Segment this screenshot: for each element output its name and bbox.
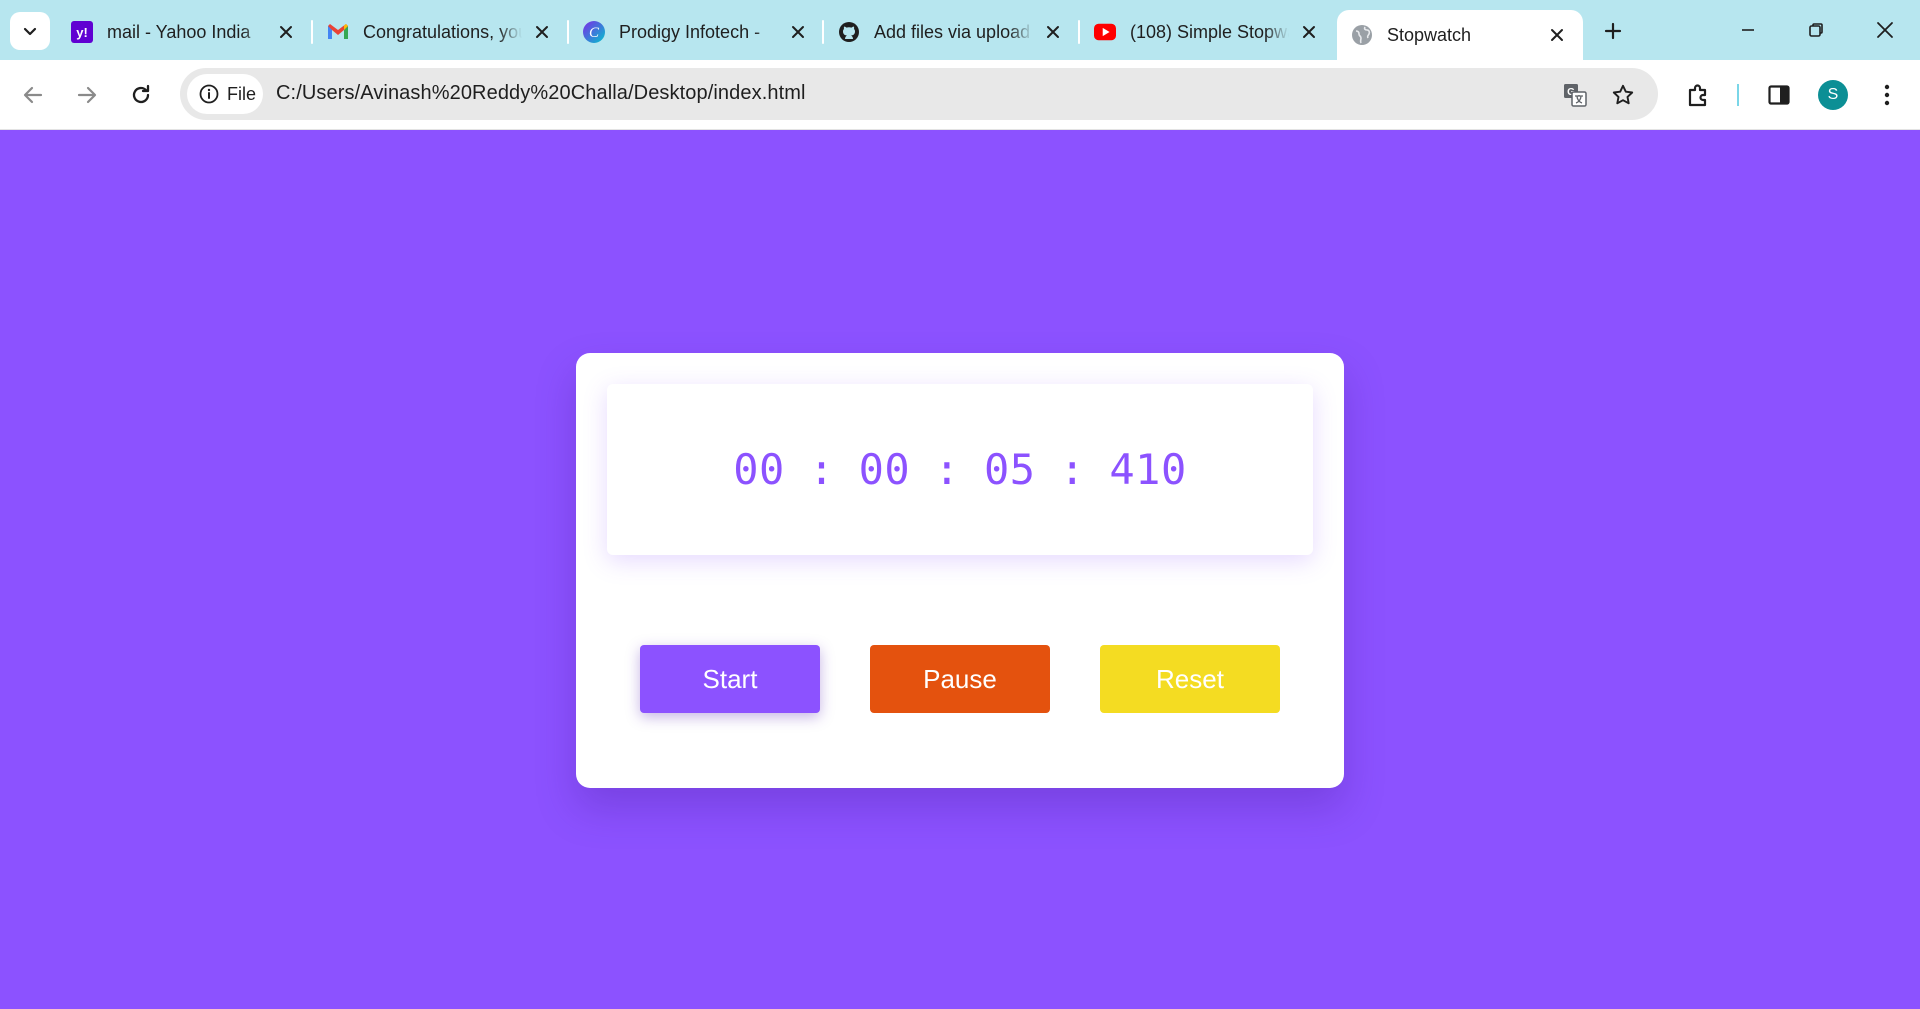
timer-separator: :	[1059, 445, 1086, 494]
menu-button[interactable]	[1870, 78, 1904, 112]
side-panel-button[interactable]	[1762, 78, 1796, 112]
gmail-icon	[327, 21, 349, 43]
github-icon	[838, 21, 860, 43]
restore-icon	[1809, 23, 1823, 37]
star-icon	[1612, 84, 1634, 105]
tab-title: mail - Yahoo India	[107, 21, 251, 42]
close-icon[interactable]	[1297, 20, 1321, 44]
site-info-chip[interactable]: File	[187, 74, 263, 114]
url-text[interactable]: C:/Users/Avinash%20Reddy%20Challa/Deskto…	[276, 82, 806, 105]
timer-seconds: 05	[984, 445, 1036, 494]
restore-button[interactable]	[1793, 12, 1839, 48]
reset-button[interactable]: Reset	[1100, 645, 1280, 713]
close-icon[interactable]	[274, 20, 298, 44]
timer-minutes: 00	[858, 445, 911, 494]
tab-search-button[interactable]	[10, 12, 50, 50]
stopwatch-card: 00 : 00 : 05 : 410 Start Pause Reset	[576, 353, 1344, 788]
minimize-button[interactable]	[1725, 12, 1771, 48]
canva-icon: C	[583, 21, 605, 43]
tab-stopwatch[interactable]: Stopwatch	[1337, 10, 1583, 60]
close-icon[interactable]	[1545, 23, 1569, 47]
tab-yahoo-mail[interactable]: y! mail - Yahoo India	[57, 12, 312, 52]
back-button[interactable]	[16, 78, 50, 112]
yahoo-icon: y!	[71, 21, 93, 43]
more-vert-icon	[1884, 84, 1890, 106]
svg-text:C: C	[589, 25, 600, 41]
close-icon	[1877, 22, 1893, 38]
plus-icon	[1604, 22, 1622, 40]
youtube-icon	[1094, 21, 1116, 43]
start-button[interactable]: Start	[640, 645, 820, 713]
timer-hours: 00	[733, 445, 785, 494]
minimize-icon	[1742, 29, 1754, 31]
tab-title: Add files via upload	[874, 21, 1031, 42]
tab-title: Prodigy Infotech -	[619, 21, 761, 42]
forward-button[interactable]	[70, 78, 104, 112]
timer-display: 00 : 00 : 05 : 410	[607, 384, 1313, 555]
profile-initial: S	[1827, 86, 1839, 103]
site-info-label: File	[227, 83, 257, 104]
info-icon	[199, 84, 219, 104]
address-bar[interactable]: File C:/Users/Avinash%20Reddy%20Challa/D…	[180, 68, 1658, 120]
tab-title: Congratulations, you	[363, 21, 522, 42]
toolbar-divider	[1737, 84, 1739, 106]
close-icon[interactable]	[1041, 20, 1065, 44]
new-tab-button[interactable]	[1598, 16, 1628, 46]
reload-button[interactable]	[124, 78, 158, 112]
close-window-button[interactable]	[1862, 12, 1908, 48]
timer-milliseconds: 410	[1109, 445, 1187, 494]
tab-title: Stopwatch	[1387, 24, 1472, 45]
timer-separator: :	[934, 445, 960, 494]
translate-button[interactable]: G	[1560, 80, 1590, 110]
reload-icon	[132, 84, 150, 104]
extensions-button[interactable]	[1682, 78, 1716, 112]
bookmark-button[interactable]	[1608, 80, 1638, 110]
close-icon[interactable]	[530, 20, 554, 44]
globe-icon	[1351, 24, 1373, 46]
timer-separator: :	[808, 445, 835, 494]
arrow-right-icon	[77, 86, 97, 104]
browser-toolbar: File C:/Users/Avinash%20Reddy%20Challa/D…	[0, 60, 1920, 130]
tab-gmail[interactable]: Congratulations, you	[313, 12, 568, 52]
tab-strip: y! mail - Yahoo India Congratulations, y…	[0, 0, 1920, 60]
translate-icon: G	[1564, 84, 1587, 107]
tab-github[interactable]: Add files via upload	[824, 12, 1079, 52]
puzzle-icon	[1688, 84, 1707, 107]
side-panel-icon	[1768, 85, 1790, 105]
profile-avatar[interactable]: S	[1818, 80, 1848, 110]
svg-text:y!: y!	[76, 25, 88, 40]
pause-button[interactable]: Pause	[870, 645, 1050, 713]
arrow-left-icon	[23, 86, 43, 104]
tab-youtube[interactable]: (108) Simple Stopwatch	[1080, 12, 1335, 52]
close-icon[interactable]	[786, 20, 810, 44]
page-viewport: 00 : 00 : 05 : 410 Start Pause Reset	[0, 131, 1920, 1009]
tab-prodigy-infotech[interactable]: C Prodigy Infotech -	[569, 12, 824, 52]
tab-title: (108) Simple Stopwatch	[1130, 21, 1289, 42]
chevron-down-icon	[23, 27, 37, 36]
